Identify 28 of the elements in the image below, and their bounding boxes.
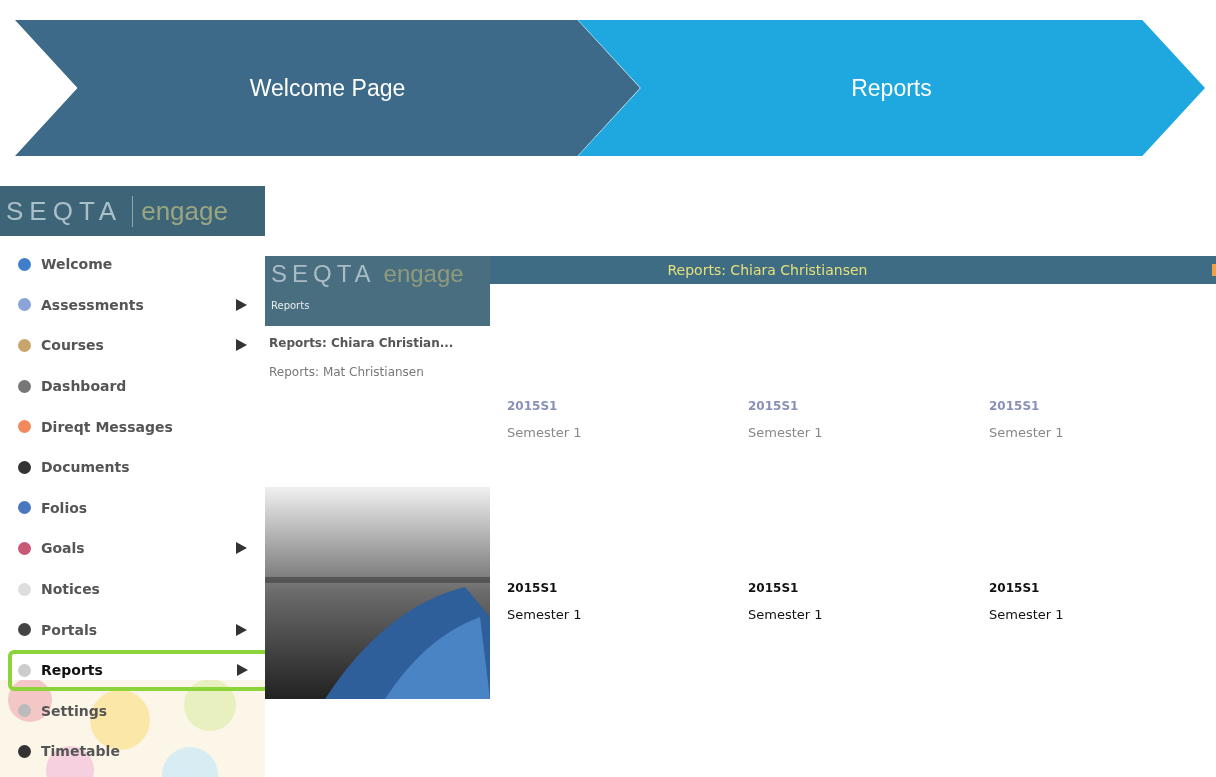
menu-item[interactable]: Folios: [0, 487, 265, 529]
report-semester: Semester 1: [748, 607, 823, 622]
menu-item[interactable]: Timetable: [0, 731, 265, 772]
report-semester: Semester 1: [507, 607, 582, 622]
menu-item[interactable]: Dashboard: [0, 365, 265, 407]
report-semester: Semester 1: [989, 607, 1064, 622]
menu-item[interactable]: Direqt Messages: [0, 406, 265, 447]
report-code[interactable]: 2015S1: [989, 581, 1040, 595]
menu-item[interactable]: Notices: [0, 568, 265, 610]
report-code[interactable]: 2015S1: [748, 581, 799, 595]
seqta-logo: SEQTA engage: [271, 260, 465, 288]
menu-item[interactable]: Assessments: [0, 284, 265, 326]
report-semester: Semester 1: [989, 425, 1064, 440]
menu-item[interactable]: Welcome: [0, 244, 265, 285]
report-semester: Semester 1: [507, 425, 582, 440]
menu-item[interactable]: Documents: [0, 446, 265, 488]
seqta-logo: SEQTA engage: [0, 186, 265, 236]
step-chevron[interactable]: Welcome Page: [15, 20, 640, 156]
page-title: Reports: Chiara Christiansen: [666, 262, 868, 278]
report-code[interactable]: 2015S1: [507, 581, 558, 595]
menu-item[interactable]: Portals: [0, 609, 265, 650]
menu-item[interactable]: Settings: [0, 690, 265, 732]
menu-item[interactable]: Courses: [0, 325, 265, 366]
breadcrumb-link[interactable]: Reports: [271, 300, 484, 311]
student-link[interactable]: Reports: Mat Christiansen: [265, 365, 490, 379]
student-link[interactable]: Reports: Chiara Christian...: [265, 336, 490, 350]
menu-item[interactable]: Goals: [0, 528, 265, 569]
report-semester: Semester 1: [748, 425, 823, 440]
